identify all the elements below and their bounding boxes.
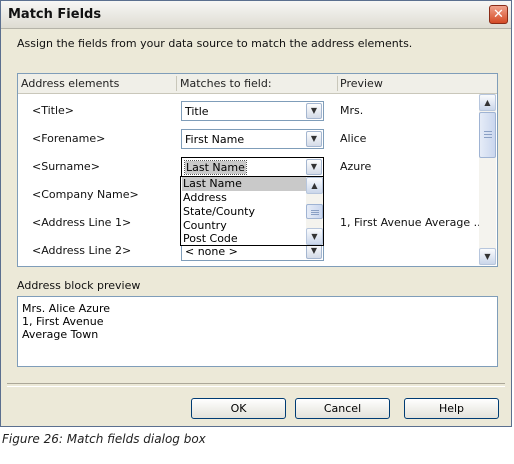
grip-line: [311, 210, 319, 211]
match-fields-dialog: Match Fields ✕ Assign the fields from yo…: [0, 0, 512, 427]
row-label: <Company Name>: [32, 188, 139, 201]
row-label: <Forename>: [32, 132, 106, 145]
title-bar: Match Fields ✕: [1, 1, 511, 29]
header-divider: [337, 76, 338, 91]
dialog-title: Match Fields: [8, 7, 102, 22]
row-preview: Azure: [340, 160, 372, 173]
chevron-down-icon[interactable]: ▼: [306, 131, 322, 147]
field-select[interactable]: Title ▼: [181, 101, 324, 121]
scroll-down-arrow-icon[interactable]: ▼: [479, 248, 496, 265]
scrollbar-thumb[interactable]: [306, 204, 323, 219]
field-select-value: Last Name: [184, 160, 247, 175]
header-preview: Preview: [340, 77, 383, 90]
dropdown-scrollbar[interactable]: ▲ ▼: [306, 177, 323, 245]
field-select-value: Title: [185, 105, 209, 118]
close-icon: ✕: [493, 7, 504, 22]
figure-caption: Figure 26: Match fields dialog box: [2, 432, 206, 446]
grip-line: [311, 214, 319, 215]
header-matches-to-field: Matches to field:: [180, 77, 272, 90]
dropdown-option[interactable]: Post Code: [182, 233, 306, 245]
grip-line: [484, 137, 492, 138]
row-label: <Address Line 2>: [32, 244, 132, 257]
cancel-button[interactable]: Cancel: [295, 398, 390, 419]
address-block-label: Address block preview: [17, 279, 141, 292]
address-block-preview: Mrs. Alice Azure 1, First Avenue Average…: [17, 296, 498, 367]
preview-line: Average Town: [22, 328, 99, 341]
header-address-elements: Address elements: [21, 77, 120, 90]
instruction-text: Assign the fields from your data source …: [17, 37, 413, 50]
scroll-up-arrow-icon[interactable]: ▲: [306, 177, 323, 194]
preview-line: Mrs. Alice Azure: [22, 302, 111, 315]
scroll-up-arrow-icon[interactable]: ▲: [479, 94, 496, 111]
dropdown-option[interactable]: Last Name: [182, 177, 306, 191]
row-preview: Mrs.: [340, 104, 364, 117]
field-select-open[interactable]: Last Name ▼: [181, 157, 324, 177]
chevron-down-icon[interactable]: ▼: [306, 103, 322, 119]
dropdown-option[interactable]: Address: [182, 191, 306, 205]
row-label: <Address Line 1>: [32, 216, 132, 229]
dropdown-option[interactable]: Country: [182, 219, 306, 233]
row-label: <Surname>: [32, 160, 100, 173]
table-scrollbar[interactable]: ▲ ▼: [479, 94, 496, 265]
row-preview: Alice: [340, 132, 367, 145]
grip-line: [484, 131, 492, 132]
scrollbar-thumb[interactable]: [479, 112, 496, 158]
field-select-value: First Name: [185, 133, 245, 146]
field-select-value: < none >: [185, 245, 238, 258]
dropdown-option[interactable]: State/County: [182, 205, 306, 219]
divider: [7, 383, 505, 387]
table-header: Address elements Matches to field: Previ…: [18, 74, 497, 94]
preview-line: 1, First Avenue: [22, 315, 104, 328]
field-dropdown-list[interactable]: Last Name Address State/County Country P…: [180, 176, 324, 246]
row-preview: 1, First Avenue Average ...: [340, 216, 485, 229]
header-divider: [176, 76, 177, 91]
help-button[interactable]: Help: [404, 398, 499, 419]
row-label: <Title>: [32, 104, 75, 117]
scroll-down-arrow-icon[interactable]: ▼: [306, 228, 323, 245]
grip-line: [484, 134, 492, 135]
chevron-down-icon[interactable]: ▼: [306, 159, 322, 175]
grip-line: [311, 212, 319, 213]
ok-button[interactable]: OK: [191, 398, 286, 419]
close-button[interactable]: ✕: [489, 5, 508, 24]
field-select[interactable]: First Name ▼: [181, 129, 324, 149]
